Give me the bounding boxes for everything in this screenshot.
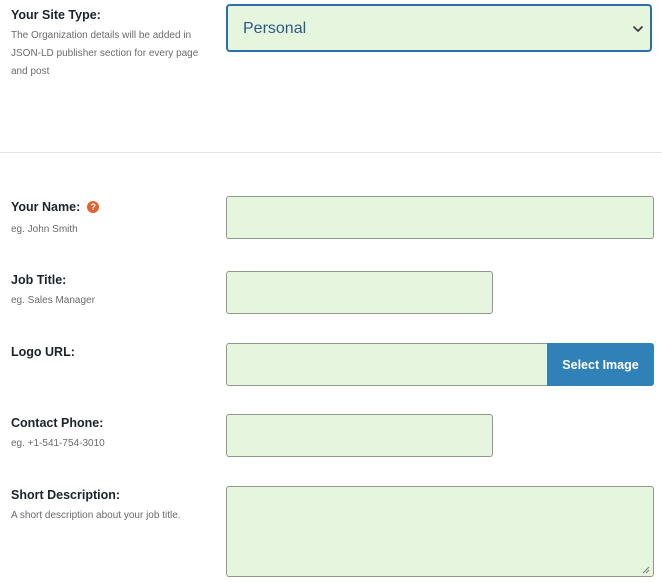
select-image-button[interactable]: Select Image [547, 343, 654, 386]
logo-url-label: Logo URL: [11, 345, 75, 359]
contact-phone-label: Contact Phone: [11, 416, 104, 430]
contact-phone-hint: eg. +1-541-754-3010 [11, 438, 105, 449]
name-label: Your Name:? [11, 200, 100, 214]
short-description-label: Short Description: [11, 488, 121, 502]
logo-url-input[interactable] [226, 343, 548, 386]
short-description-textarea[interactable] [226, 486, 654, 577]
site-type-selected-value: Personal [243, 20, 307, 37]
site-type-label: Your Site Type: [11, 8, 101, 22]
short-description-hint: A short description about your job title… [11, 510, 181, 521]
site-type-hint: The Organization details will be added i… [11, 30, 199, 77]
name-hint: eg. John Smith [11, 224, 78, 235]
site-type-select[interactable]: Personal [226, 4, 652, 52]
resize-handle-icon[interactable] [641, 565, 650, 574]
chevron-down-icon [633, 26, 643, 32]
name-label-text: Your Name: [11, 200, 81, 214]
name-input[interactable] [226, 196, 654, 239]
section-divider [0, 152, 662, 153]
job-title-input[interactable] [226, 271, 493, 314]
job-title-label: Job Title: [11, 273, 67, 287]
job-title-hint: eg. Sales Manager [11, 295, 95, 306]
contact-phone-input[interactable] [226, 414, 493, 457]
question-mark-icon[interactable]: ? [87, 201, 100, 213]
